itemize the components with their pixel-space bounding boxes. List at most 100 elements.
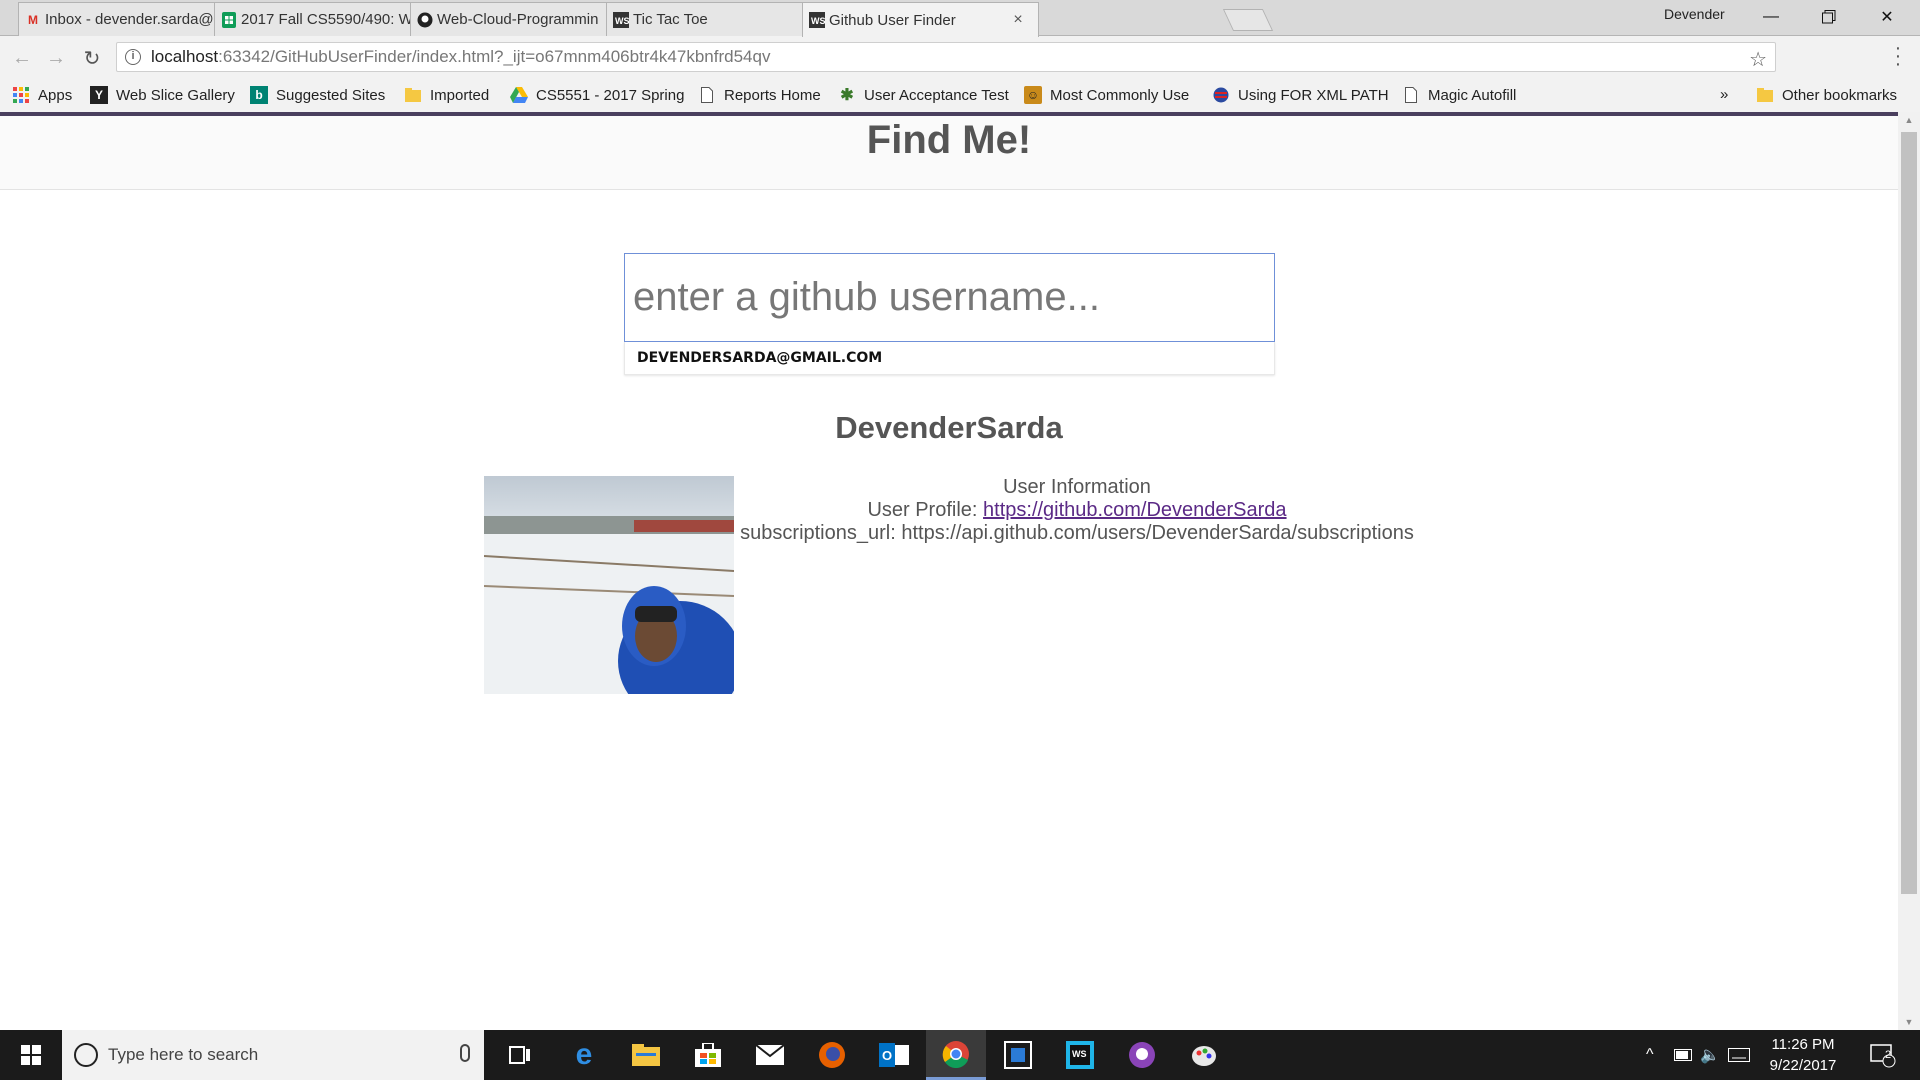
volume-icon[interactable]: 🔈: [1700, 1030, 1720, 1080]
close-icon[interactable]: ×: [1010, 11, 1026, 29]
tray-chevron-icon[interactable]: ^: [1646, 1030, 1654, 1080]
scroll-thumb[interactable]: [1901, 132, 1917, 894]
taskbar-search-placeholder: Type here to search: [108, 1045, 259, 1064]
bookmark-user-acceptance-test[interactable]: ✱ User Acceptance Test: [838, 86, 1009, 105]
webstorm-icon: WS: [809, 12, 825, 28]
search-input[interactable]: [624, 253, 1275, 342]
user-profile-link[interactable]: https://github.com/DevenderSarda: [983, 499, 1287, 521]
restore-icon[interactable]: [1800, 0, 1858, 34]
info-icon[interactable]: i: [125, 49, 141, 65]
file-explorer-icon[interactable]: [616, 1030, 676, 1080]
svg-text:WS: WS: [811, 16, 825, 26]
bookmarks-overflow-chevron[interactable]: »: [1720, 86, 1728, 103]
web-slice-icon: Y: [90, 86, 108, 104]
outlook-icon[interactable]: O: [864, 1030, 924, 1080]
svg-text:WS: WS: [1072, 1049, 1087, 1059]
firefox-icon[interactable]: [802, 1030, 862, 1080]
scroll-down-icon[interactable]: ▼: [1898, 1014, 1920, 1030]
tab-title: Github User Finder: [829, 11, 956, 29]
page-title: Find Me!: [866, 118, 1032, 162]
bookmark-most-commonly-used[interactable]: ☺ Most Commonly Use: [1024, 86, 1189, 104]
avatar: [484, 476, 734, 694]
page-icon: [698, 86, 716, 104]
gmail-icon: M: [28, 13, 38, 27]
subscriptions-url: https://api.github.com/users/DevenderSar…: [901, 522, 1414, 544]
bookmark-reports-home[interactable]: Reports Home: [698, 86, 821, 104]
bing-icon: b: [250, 86, 268, 104]
user-info: User Information User Profile: https://g…: [734, 476, 1420, 545]
chrome-icon[interactable]: [926, 1030, 986, 1080]
scroll-up-icon[interactable]: ▲: [1898, 112, 1920, 128]
bookmark-label: Imported: [430, 86, 490, 104]
bookmark-for-xml-path[interactable]: Using FOR XML PATH: [1212, 86, 1389, 104]
paint-icon[interactable]: [1174, 1030, 1234, 1080]
bookmark-magic-autofill[interactable]: Magic Autofill: [1402, 86, 1516, 104]
bookmark-label: Other bookmarks: [1782, 86, 1898, 104]
tab-title: 2017 Fall CS5590/490: W: [241, 11, 413, 28]
url-host: localhost: [151, 47, 219, 66]
bookmark-other-bookmarks[interactable]: Other bookmarks: [1756, 86, 1897, 104]
clock-date: 9/22/2017: [1769, 1057, 1837, 1074]
search-container: DEVENDERSARDA@GMAIL.COM: [624, 253, 1275, 375]
drive-icon: [510, 86, 528, 104]
store-icon[interactable]: [678, 1030, 738, 1080]
bookmark-label: Web Slice Gallery: [116, 86, 235, 104]
reload-icon[interactable]: ↻: [80, 46, 104, 70]
bookmark-label: Suggested Sites: [276, 86, 386, 104]
back-arrow-icon[interactable]: ←: [10, 46, 34, 70]
close-window-icon[interactable]: ✕: [1858, 0, 1916, 34]
star-icon[interactable]: ☆: [1749, 47, 1767, 72]
keyboard-icon[interactable]: [1728, 1030, 1750, 1080]
url-path: :63342/GitHubUserFinder/index.html?_ijt=…: [218, 47, 771, 66]
forward-arrow-icon[interactable]: →: [44, 46, 68, 70]
address-bar[interactable]: i localhost:63342/GitHubUserFinder/index…: [116, 42, 1776, 72]
github-icon: [417, 12, 433, 28]
user-login: DevenderSarda: [835, 410, 1063, 445]
badge-icon: ☺: [1024, 86, 1042, 104]
bookmark-label: Using FOR XML PATH: [1238, 86, 1389, 104]
autocomplete-suggestion[interactable]: DEVENDERSARDA@GMAIL.COM: [624, 342, 1275, 375]
svg-text:WS: WS: [615, 16, 629, 26]
user-profile-row: User Profile: https://github.com/Devende…: [734, 499, 1420, 522]
bookmarks-bar: Apps Y Web Slice Gallery b Suggested Sit…: [0, 80, 1920, 112]
edge-icon[interactable]: e: [554, 1030, 614, 1080]
notification-count: 2: [1885, 1049, 1892, 1061]
page-header: Find Me!: [0, 116, 1898, 190]
bookmark-label: Apps: [38, 86, 73, 104]
subscriptions-row: subscriptions_url: https://api.github.co…: [734, 522, 1420, 545]
folder-icon: [404, 86, 422, 104]
tab-title: Tic Tac Toe: [633, 11, 708, 28]
page-scrollbar[interactable]: ▲ ▼: [1898, 112, 1920, 1030]
bookmark-web-slice-gallery[interactable]: Y Web Slice Gallery: [90, 86, 235, 104]
bookmark-suggested-sites[interactable]: b Suggested Sites: [250, 86, 385, 104]
tab-github-user-finder[interactable]: WS Github User Finder ×: [802, 2, 1039, 37]
remote-desktop-icon[interactable]: [988, 1030, 1048, 1080]
flag-globe-icon: [1212, 86, 1230, 104]
user-info-heading: User Information: [1003, 476, 1151, 498]
mail-icon[interactable]: [740, 1030, 800, 1080]
action-center-icon[interactable]: 2: [1870, 1030, 1896, 1080]
bookmark-apps[interactable]: Apps: [12, 86, 72, 104]
minimize-icon[interactable]: —: [1742, 0, 1800, 34]
svg-text:O: O: [882, 1048, 892, 1063]
battery-icon[interactable]: [1674, 1030, 1694, 1080]
browser-toolbar: ← → ↻ i localhost:63342/GitHubUserFinder…: [0, 36, 1920, 80]
github-desktop-icon[interactable]: [1112, 1030, 1172, 1080]
system-clock[interactable]: 11:26 PM 9/22/2017: [1753, 1034, 1853, 1076]
cortana-icon: [74, 1043, 98, 1067]
new-tab-button[interactable]: [1222, 9, 1274, 31]
profile-name[interactable]: Devender: [1664, 6, 1725, 22]
user-profile-label: User Profile:: [867, 499, 984, 521]
webstorm-icon[interactable]: WS: [1050, 1030, 1110, 1080]
windows-start-icon[interactable]: [0, 1030, 62, 1080]
bookmark-cs5551[interactable]: CS5551 - 2017 Spring: [510, 86, 684, 104]
task-view-icon[interactable]: [490, 1030, 550, 1080]
bookmark-imported[interactable]: Imported: [404, 86, 489, 104]
taskbar-search[interactable]: Type here to search: [62, 1030, 484, 1080]
bookmark-label: CS5551 - 2017 Spring: [536, 86, 685, 104]
microphone-icon[interactable]: [460, 1044, 470, 1062]
bookmark-label: User Acceptance Test: [864, 86, 1009, 104]
page-icon: [1402, 86, 1420, 104]
clock-time: 11:26 PM: [1771, 1036, 1835, 1053]
menu-dots-icon[interactable]: · · ·: [1892, 38, 1904, 74]
